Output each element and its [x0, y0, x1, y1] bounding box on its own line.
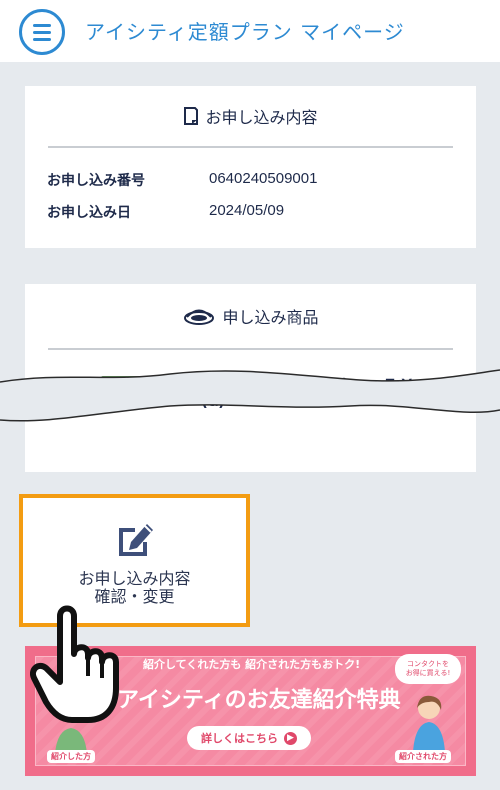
bubble-line-1: コンタクトを [407, 660, 449, 668]
banner-tag-referred: 紹介された方 [395, 750, 451, 763]
banner-tag-referrer: 紹介した方 [47, 750, 95, 763]
bubble-line-2: お得に買える! [405, 669, 451, 677]
arrow-right-icon: ▶ [284, 731, 297, 745]
banner-speech-bubble: コンタクトを お得に買える! [395, 654, 461, 684]
banner-details-button[interactable]: 詳しくはこちら ▶ [187, 726, 311, 750]
pointing-hand-icon [30, 605, 119, 723]
application-card: お申し込み内容 お申し込み番号 0640240509001 お申し込み日 202… [25, 86, 476, 248]
application-date-label: お申し込み日 [47, 205, 131, 221]
referred-person-illustration [413, 695, 445, 752]
menu-icon[interactable] [19, 9, 65, 55]
edit-icon [118, 524, 153, 556]
application-number-row: お申し込み番号 0640240509001 [47, 170, 317, 190]
application-date-row: お申し込み日 2024/05/09 [47, 202, 284, 222]
product-card-header: 申し込み商品 [48, 284, 453, 350]
banner-cta-label: 詳しくはこちら [201, 732, 278, 745]
application-heading: お申し込み内容 [205, 108, 318, 127]
application-card-header: お申し込み内容 [48, 86, 453, 148]
application-number-value: 0640240509001 [209, 170, 318, 187]
contact-lens-icon [184, 309, 215, 325]
header-bar: アイシティ定額プラン マイページ [0, 0, 500, 62]
application-date-value: 2024/05/09 [209, 202, 285, 219]
page-title: アイシティ定額プラン マイページ [85, 20, 405, 44]
banner-main-text: アイシティのお友達紹介特典 [117, 688, 401, 713]
banner-top-text: 紹介してくれた方も 紹介された方もおトク! [143, 658, 361, 671]
product-heading: 申し込み商品 [222, 308, 319, 327]
torn-edge-divider [0, 369, 500, 422]
document-icon [184, 107, 199, 125]
application-number-label: お申し込み番号 [47, 173, 145, 189]
